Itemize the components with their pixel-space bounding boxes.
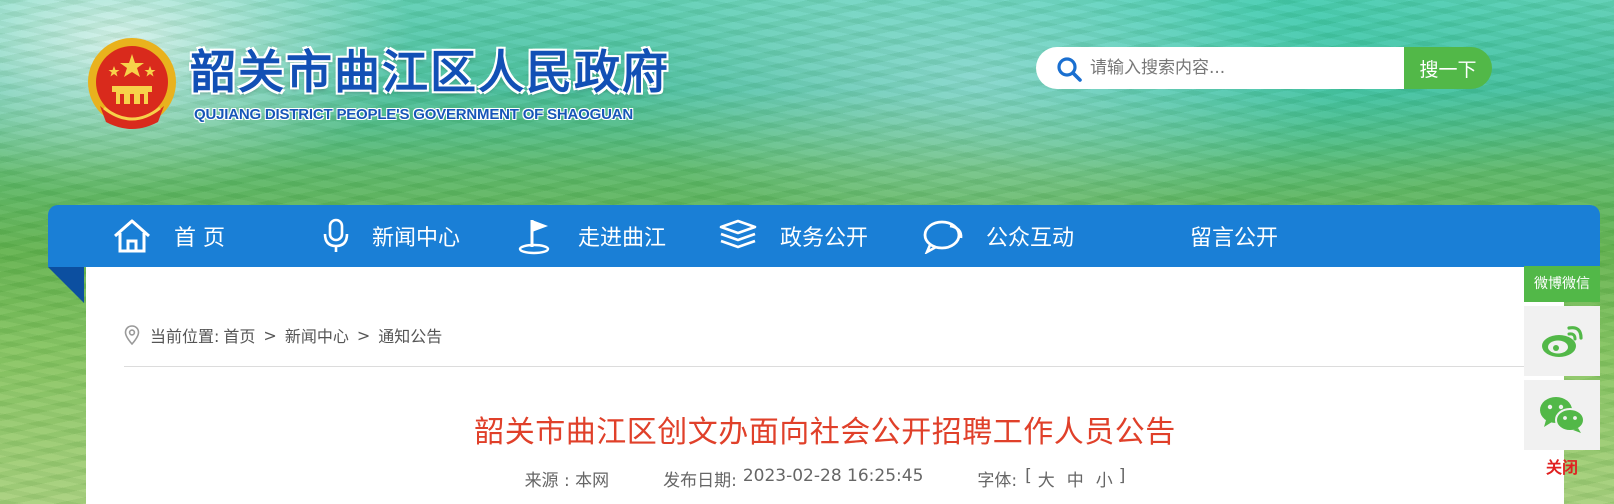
breadcrumb: 当前位置: 首页 > 新闻中心 > 通知公告 (124, 323, 442, 347)
breadcrumb-home-link[interactable]: 首页 (223, 323, 255, 347)
search-bar: 搜一下 (1036, 47, 1492, 89)
site-subtitle: QUJIANG DISTRICT PEOPLE'S GOVERNMENT OF … (194, 106, 634, 123)
national-emblem-logo (86, 36, 178, 134)
article-title: 韶关市曲江区创文办面向社会公开招聘工作人员公告 (474, 415, 1176, 450)
search-button[interactable]: 搜一下 (1404, 47, 1492, 89)
main-nav: 首 页 新闻中心 走进曲江 政务公开 公众互动 留言公开 (48, 205, 1600, 267)
weibo-icon (1542, 326, 1583, 357)
nav-label-home: 首 页 (174, 226, 225, 251)
article-meta: 来源 : 本网 发布日期: 2023-02-28 16:25:45 字体: [ … (86, 466, 1564, 491)
search-input[interactable] (1090, 47, 1390, 89)
breadcrumb-separator: > (263, 325, 277, 345)
breadcrumb-divider (124, 366, 1526, 367)
nav-item-interaction[interactable]: 公众互动 (922, 205, 1074, 267)
wechat-icon (1540, 397, 1585, 433)
chat-bubbles-icon (923, 220, 963, 254)
font-size-bracket-close: ] (1118, 466, 1126, 486)
font-size-bracket-open: [ (1025, 466, 1032, 486)
location-pin-icon (124, 325, 140, 345)
home-icon (114, 219, 150, 253)
nav-label-gov-affairs: 政务公开 (780, 226, 869, 251)
social-float-panel: 微博微信 关闭 (1524, 266, 1600, 478)
article-date-label: 发布日期: (663, 471, 737, 491)
article-source: 来源 : 本网 (524, 471, 610, 491)
microphone-icon (323, 218, 349, 252)
nav-label-news: 新闻中心 (372, 226, 461, 251)
search-icon (1057, 57, 1082, 82)
nav-item-about[interactable]: 走进曲江 (516, 205, 666, 267)
breadcrumb-news-link[interactable]: 新闻中心 (285, 323, 349, 347)
site-title: 韶关市曲江区人民政府 (190, 45, 670, 99)
social-float-header: 微博微信 (1524, 266, 1600, 302)
nav-item-messages[interactable]: 留言公开 (1190, 205, 1278, 267)
font-size-medium[interactable]: 中 (1067, 466, 1084, 491)
search-box (1036, 47, 1404, 89)
weibo-button[interactable] (1524, 306, 1600, 376)
nav-label-about: 走进曲江 (578, 226, 667, 251)
nav-label-messages: 留言公开 (1190, 226, 1279, 251)
layers-icon (719, 219, 757, 249)
breadcrumb-separator: > (356, 325, 371, 345)
flag-icon (518, 220, 550, 255)
font-size-large[interactable]: 大 (1038, 466, 1055, 491)
content-panel: 当前位置: 首页 > 新闻中心 > 通知公告 韶关市曲江区创文办面向社会公开招聘… (86, 267, 1564, 504)
font-size-small[interactable]: 小 (1096, 466, 1113, 491)
nav-item-home[interactable]: 首 页 (112, 205, 225, 267)
nav-label-interaction: 公众互动 (986, 226, 1075, 251)
wechat-button[interactable] (1524, 380, 1600, 450)
font-size-label: 字体: (977, 471, 1018, 491)
breadcrumb-notices-link[interactable]: 通知公告 (378, 323, 442, 347)
nav-item-news[interactable]: 新闻中心 (322, 205, 460, 267)
float-close-button[interactable]: 关闭 (1524, 454, 1600, 478)
breadcrumb-prefix: 当前位置: (150, 327, 220, 346)
nav-item-gov-affairs[interactable]: 政务公开 (718, 205, 868, 267)
article-date: 2023-02-28 16:25:45 (742, 466, 924, 486)
